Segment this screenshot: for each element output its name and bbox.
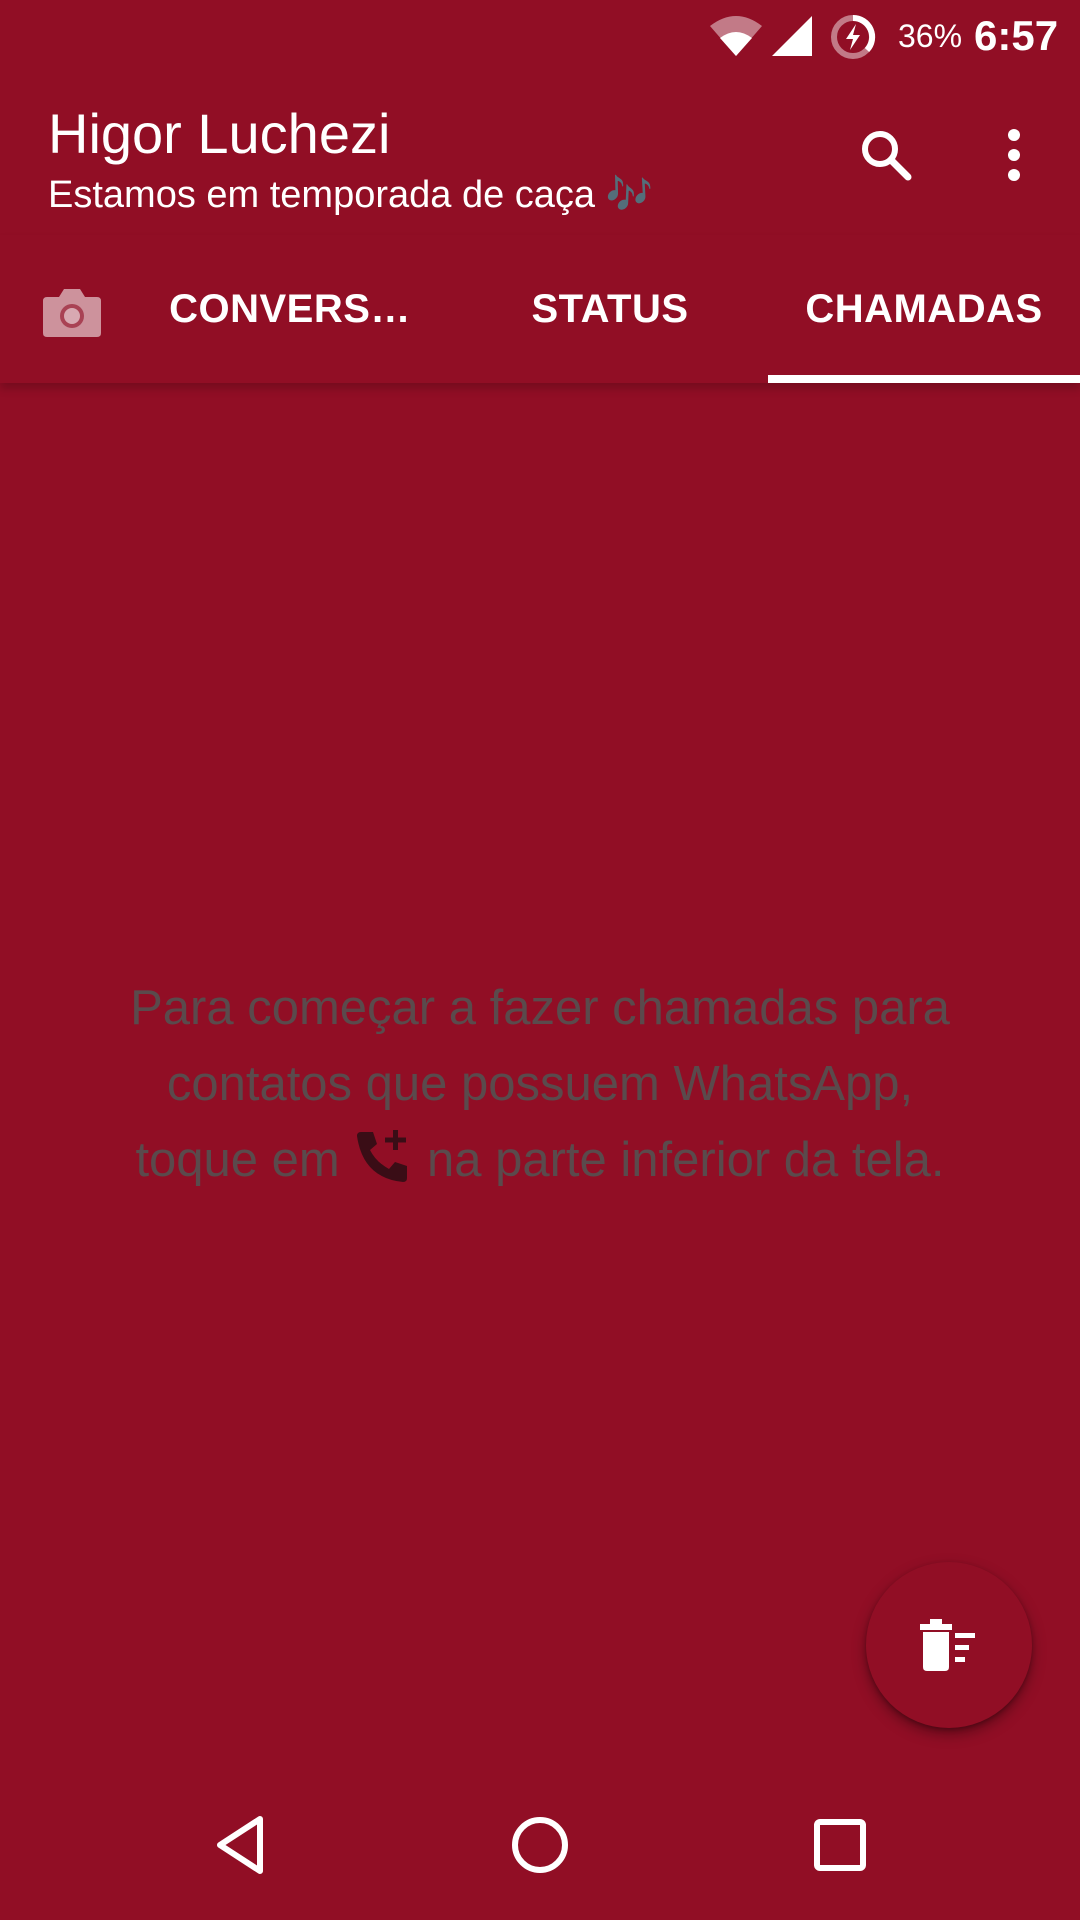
signal-icon <box>772 16 812 56</box>
tab-chamadas[interactable]: CHAMADAS <box>768 235 1080 383</box>
clear-call-log-icon <box>920 1619 975 1671</box>
add-call-icon <box>357 1130 408 1182</box>
back-button[interactable] <box>190 1795 290 1895</box>
empty-state-message: Para começar a fazer chamadas para conta… <box>60 970 1020 1198</box>
tab-camera[interactable] <box>20 275 124 351</box>
battery-percent: 36% <box>898 18 963 54</box>
camera-icon <box>43 289 101 337</box>
app-toolbar: Higor Luchezi Estamos em temporada de ca… <box>0 75 1080 235</box>
home-icon <box>512 1817 568 1873</box>
empty-state-line-3: toque em na parte inferior da tela. <box>60 1122 1020 1198</box>
battery-charging-icon <box>831 14 876 59</box>
back-icon <box>217 1816 263 1874</box>
more-vert-icon <box>1008 129 1020 181</box>
wifi-icon <box>710 16 762 56</box>
clear-call-log-button[interactable] <box>866 1562 1032 1728</box>
tab-status[interactable]: STATUS <box>460 235 760 383</box>
status-bar: 36% 6:57 <box>0 0 1080 75</box>
empty-state-line-3-end: na parte inferior da tela. <box>427 1133 945 1187</box>
recents-button[interactable] <box>790 1795 890 1895</box>
empty-state-line-2: contatos que possuem WhatsApp, <box>166 1057 914 1111</box>
search-button[interactable] <box>846 115 926 195</box>
more-options-button[interactable] <box>974 115 1054 195</box>
empty-state-line-1: Para começar a fazer chamadas para <box>130 981 950 1035</box>
tab-conversas[interactable]: CONVERS… <box>140 235 440 383</box>
page-subtitle: Estamos em temporada de caça 🎶 <box>48 174 653 216</box>
page-title: Higor Luchezi <box>48 102 391 165</box>
tab-bar: CONVERS… STATUS CHAMADAS <box>0 235 1080 383</box>
tab-selected-indicator <box>768 375 1080 383</box>
screen: 36% 6:57 Higor Luchezi Estamos em tempor… <box>0 0 1080 1920</box>
navigation-bar <box>0 1770 1080 1920</box>
home-button[interactable] <box>490 1795 590 1895</box>
empty-state-line-3-start: toque em <box>135 1133 340 1187</box>
search-icon <box>862 131 912 181</box>
recents-icon <box>814 1819 866 1871</box>
clock: 6:57 <box>974 12 1059 59</box>
